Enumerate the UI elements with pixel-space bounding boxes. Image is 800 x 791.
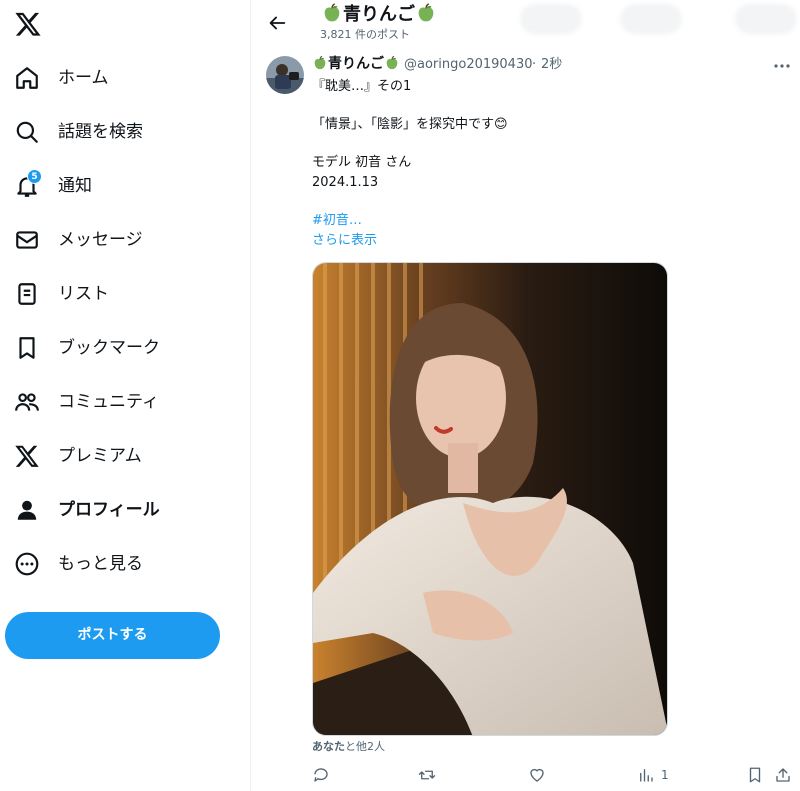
liked-by-name: あなた bbox=[312, 740, 345, 753]
sidebar-item-lists[interactable]: リスト bbox=[0, 274, 240, 314]
views-count: 1 bbox=[661, 768, 669, 782]
tweet-text-line: 『耽美…』その1 bbox=[312, 79, 412, 94]
liked-by-rest: と他2人 bbox=[345, 740, 385, 753]
avatar-photo bbox=[266, 56, 304, 94]
tweet-text-line: 2024.1.13 bbox=[312, 175, 379, 190]
green-apple-emoji bbox=[386, 55, 398, 70]
post-button[interactable]: ポストする bbox=[5, 612, 220, 659]
blurred-header-button bbox=[620, 4, 682, 34]
sidebar-item-label: ホーム bbox=[58, 68, 109, 88]
sidebar-item-profile[interactable]: プロフィール bbox=[0, 490, 240, 530]
share-icon bbox=[776, 768, 790, 782]
search-icon bbox=[16, 121, 38, 143]
sidebar-item-bookmarks[interactable]: ブックマーク bbox=[0, 328, 240, 368]
sidebar-item-home[interactable]: ホーム bbox=[0, 58, 240, 98]
retweet-button[interactable] bbox=[418, 765, 436, 785]
author-handle[interactable]: @aoringo20190430 bbox=[404, 56, 533, 74]
sidebar-item-label: 通知 bbox=[58, 176, 92, 196]
reply-icon bbox=[314, 768, 328, 782]
author-name[interactable]: 青りんご bbox=[312, 55, 400, 73]
back-arrow-icon[interactable] bbox=[266, 12, 288, 34]
photo-illustration bbox=[313, 263, 667, 735]
x-logo-icon[interactable] bbox=[14, 10, 42, 38]
views-icon bbox=[640, 769, 653, 782]
meta-separator: · bbox=[532, 57, 537, 72]
sidebar-item-label: プレミアム bbox=[58, 446, 142, 466]
sidebar-item-label: メッセージ bbox=[58, 230, 143, 250]
tweet-photo[interactable] bbox=[312, 262, 668, 736]
x-premium-icon bbox=[15, 445, 39, 467]
like-button[interactable] bbox=[528, 765, 546, 785]
blurred-header-button bbox=[520, 4, 582, 34]
sidebar-item-label: もっと見る bbox=[58, 554, 143, 574]
green-apple-emoji bbox=[314, 55, 326, 70]
liked-by[interactable]: あなたと他2人 bbox=[312, 740, 385, 754]
reply-button[interactable] bbox=[312, 765, 330, 785]
page-title: 青りんご bbox=[321, 2, 437, 28]
hashtag-link[interactable]: #初音… bbox=[312, 212, 362, 230]
green-apple-emoji bbox=[418, 3, 434, 22]
notification-badge: 5 bbox=[27, 169, 42, 184]
green-apple-emoji bbox=[324, 3, 340, 22]
show-more-link[interactable]: さらに表示 bbox=[312, 232, 377, 250]
share-button[interactable] bbox=[774, 765, 792, 785]
avatar[interactable] bbox=[266, 56, 304, 94]
profile-icon bbox=[17, 500, 37, 520]
sidebar-item-premium[interactable]: プレミアム bbox=[0, 436, 240, 476]
home-icon bbox=[16, 67, 38, 89]
sidebar-item-label: リスト bbox=[58, 284, 109, 304]
bookmark-icon bbox=[749, 767, 761, 783]
sidebar-item-messages[interactable]: メッセージ bbox=[0, 220, 240, 260]
sidebar-item-label: ブックマーク bbox=[58, 338, 160, 358]
post-count: 3,821 件のポスト bbox=[320, 28, 410, 41]
list-icon bbox=[18, 283, 36, 305]
sidebar-item-label: 話題を検索 bbox=[58, 122, 143, 142]
retweet-icon bbox=[418, 770, 436, 780]
heart-icon bbox=[530, 768, 544, 782]
sidebar-item-explore[interactable]: 話題を検索 bbox=[0, 112, 240, 152]
sidebar-item-label: コミュニティ bbox=[58, 392, 159, 412]
sidebar-item-more[interactable]: もっと見る bbox=[0, 544, 240, 584]
bookmark-icon bbox=[19, 337, 35, 359]
post-time[interactable]: 2秒 bbox=[541, 56, 562, 74]
sidebar-item-communities[interactable]: コミュニティ bbox=[0, 382, 240, 422]
bookmark-button[interactable] bbox=[746, 765, 764, 785]
communities-icon bbox=[15, 393, 39, 411]
sidebar: ホーム 話題を検索 通知 5 メッセージ リスト ブックマーク コミュニティ プ… bbox=[0, 0, 251, 791]
blurred-header-button bbox=[735, 4, 797, 34]
sidebar-item-label: プロフィール bbox=[58, 500, 160, 520]
author-name-text: 青りんご bbox=[328, 56, 384, 72]
tweet-text-line: 「情景」、「陰影」を探究中です😊 bbox=[312, 117, 508, 132]
views-button[interactable]: 1 bbox=[637, 765, 669, 785]
mail-icon bbox=[16, 231, 38, 249]
page-title-text: 青りんご bbox=[343, 4, 415, 25]
more-circle-icon bbox=[15, 552, 39, 576]
more-options-icon[interactable] bbox=[772, 60, 792, 72]
tweet-text-line: モデル 初音 さん bbox=[312, 155, 412, 170]
